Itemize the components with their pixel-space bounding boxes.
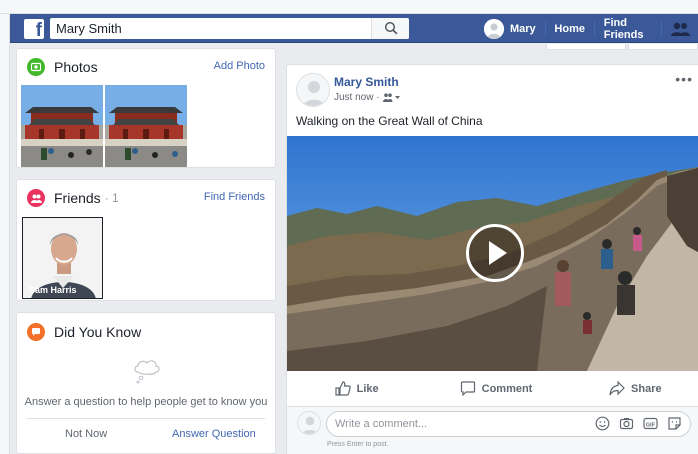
- comment-hint: Press Enter to post.: [327, 441, 389, 448]
- play-icon: [489, 241, 507, 265]
- svg-text:GIF: GIF: [646, 422, 656, 428]
- did-you-know-card: Did You Know Answer a question to help p…: [16, 312, 276, 454]
- top-navigation-bar: f Mary Home Find Friends: [10, 14, 698, 43]
- post-actions: Like Comment Share: [287, 371, 698, 407]
- friend-requests-button[interactable]: [662, 14, 698, 43]
- dyk-header: Did You Know: [27, 322, 265, 342]
- window-chrome-top: [0, 0, 698, 14]
- photo-thumbnail[interactable]: [21, 85, 103, 167]
- post-author-name[interactable]: Mary Smith: [334, 75, 399, 89]
- not-now-button[interactable]: Not Now: [65, 428, 107, 440]
- feed-post: Mary Smith Just now · ••• Walking on the…: [286, 64, 698, 454]
- photo-icon: [27, 58, 45, 76]
- window-chrome-left: [0, 14, 10, 454]
- avatar: [484, 18, 504, 39]
- like-label: Like: [356, 382, 379, 395]
- post-meta: Just now ·: [334, 92, 401, 103]
- emoji-icon[interactable]: [595, 416, 610, 431]
- find-friends-card-link[interactable]: Find Friends: [204, 191, 265, 203]
- search-box: [50, 18, 409, 39]
- thumbs-up-icon: [335, 381, 351, 396]
- find-friends-link[interactable]: Find Friends: [595, 14, 662, 43]
- friend-tile[interactable]: Sam Harris: [22, 217, 103, 299]
- photos-card: Photos Add Photo: [16, 48, 276, 168]
- play-button[interactable]: [466, 224, 524, 282]
- friend-name: Sam Harris: [29, 285, 77, 295]
- comment-input[interactable]: [335, 412, 585, 436]
- search-input[interactable]: [50, 18, 370, 39]
- profile-name: Mary: [510, 22, 536, 35]
- home-link[interactable]: Home: [545, 14, 594, 43]
- comment-label: Comment: [481, 382, 533, 395]
- answer-question-button[interactable]: Answer Question: [172, 428, 256, 440]
- share-icon: [609, 381, 625, 396]
- search-icon: [384, 21, 398, 35]
- friends-icon: [27, 189, 45, 207]
- share-label: Share: [631, 382, 662, 395]
- cover-button-fragment: [546, 44, 626, 50]
- post-text: Walking on the Great Wall of China: [296, 114, 483, 128]
- comment-button[interactable]: Comment: [426, 371, 565, 406]
- dyk-title: Did You Know: [54, 324, 142, 340]
- photos-title: Photos: [54, 59, 98, 75]
- sticker-icon[interactable]: [667, 416, 682, 431]
- friends-title: Friends: [54, 190, 101, 206]
- comment-composer: GIF Press Enter to post.: [287, 407, 698, 454]
- commenter-avatar: [297, 411, 321, 435]
- nav-links: Mary Home Find Friends: [475, 14, 698, 43]
- add-photo-link[interactable]: Add Photo: [214, 60, 265, 72]
- comment-tools: GIF: [595, 416, 682, 431]
- friend-requests-icon: [671, 22, 690, 36]
- friends-card: Friends · 1 Find Friends Sam Harris: [16, 179, 276, 301]
- post-author-avatar[interactable]: [296, 73, 330, 107]
- gif-icon[interactable]: GIF: [643, 416, 658, 431]
- friends-privacy-icon[interactable]: [382, 93, 401, 102]
- speech-bubble-icon: [27, 323, 45, 341]
- post-timestamp[interactable]: Just now ·: [334, 92, 380, 103]
- dyk-prompt: Answer a question to help people get to …: [24, 396, 268, 408]
- camera-icon[interactable]: [619, 416, 634, 431]
- thought-bubble-icon: [134, 360, 160, 384]
- like-button[interactable]: Like: [287, 371, 426, 406]
- comment-icon: [460, 381, 475, 396]
- post-video[interactable]: [287, 136, 698, 371]
- search-button[interactable]: [371, 18, 409, 39]
- comment-box: GIF: [326, 411, 691, 437]
- friends-count: · 1: [104, 191, 119, 205]
- cover-button-fragment: [628, 44, 698, 50]
- post-options-icon[interactable]: •••: [675, 71, 693, 87]
- photo-thumbnail[interactable]: [105, 85, 187, 167]
- share-button[interactable]: Share: [566, 371, 698, 406]
- facebook-logo-icon[interactable]: f: [24, 19, 44, 41]
- divider: [27, 418, 265, 419]
- profile-link[interactable]: Mary: [475, 14, 545, 43]
